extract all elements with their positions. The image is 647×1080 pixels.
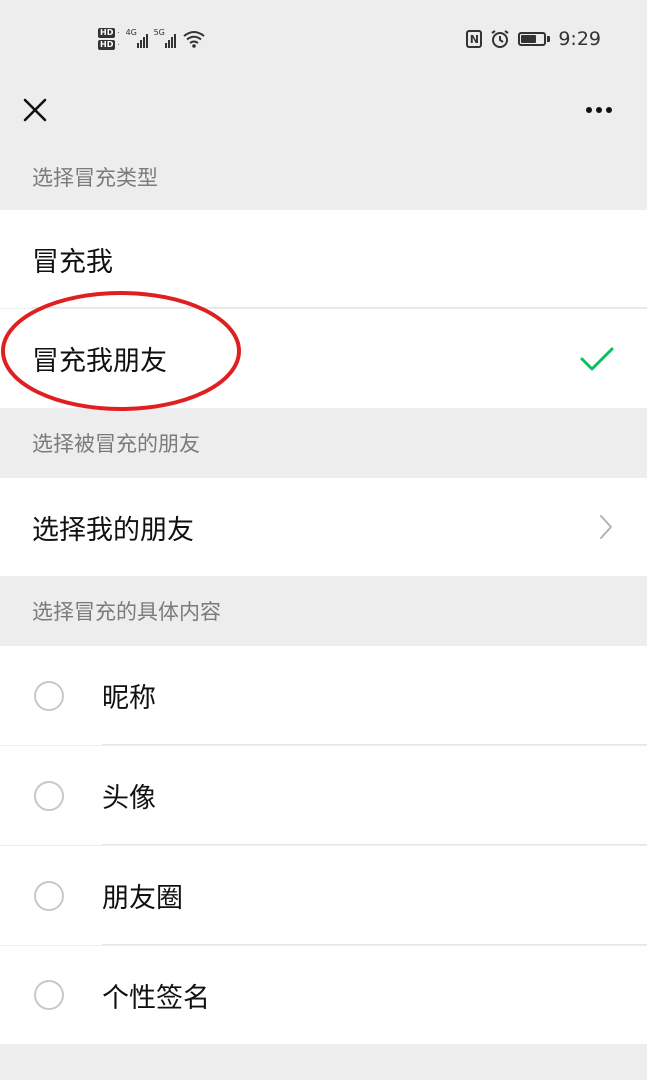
divider	[102, 844, 647, 845]
hd-badge-2: HD ·	[98, 40, 120, 50]
check-icon	[580, 347, 614, 370]
radio-circle[interactable]	[34, 980, 64, 1010]
signal-5g-icon: 5G	[154, 28, 176, 48]
signal-indicators: HD · HD · 4G 5G	[98, 22, 206, 56]
divider	[102, 744, 647, 745]
nav-bar	[0, 80, 647, 144]
type-option-label: 冒充我	[32, 246, 113, 278]
type-option-impersonate-me[interactable]: 冒充我	[0, 210, 647, 308]
nfc-icon: N	[466, 30, 483, 48]
divider	[32, 307, 647, 308]
close-icon	[23, 98, 47, 122]
content-option-label: 头像	[102, 783, 156, 814]
divider	[102, 944, 647, 945]
section-header-content: 选择冒充的具体内容	[32, 600, 221, 624]
system-indicators: N 9:29	[466, 24, 601, 54]
section-header-type: 选择冒充类型	[32, 166, 158, 190]
status-bar: HD · HD · 4G 5G N 9:29	[0, 0, 647, 80]
hd-badges: HD · HD ·	[98, 28, 120, 50]
content-option-label: 朋友圈	[102, 883, 183, 914]
battery-icon	[518, 32, 551, 46]
content-option-label: 昵称	[102, 683, 156, 714]
alarm-icon	[491, 30, 509, 48]
chevron-right-icon	[600, 515, 612, 539]
more-icon-dot	[606, 107, 612, 113]
radio-circle[interactable]	[34, 780, 64, 811]
select-friend-label: 选择我的朋友	[32, 514, 194, 546]
type-option-impersonate-friend[interactable]: 冒充我朋友	[0, 309, 647, 408]
signal-4g-icon: 4G	[126, 28, 148, 48]
more-icon-dot	[586, 107, 592, 113]
type-option-label: 冒充我朋友	[32, 346, 167, 377]
more-button[interactable]	[577, 90, 621, 130]
clock-time: 9:29	[558, 28, 601, 50]
close-button[interactable]	[18, 88, 52, 132]
content-option-label: 个性签名	[102, 982, 210, 1014]
content-option-avatar[interactable]: 头像	[0, 746, 647, 845]
content-option-nickname[interactable]: 昵称	[0, 646, 647, 745]
wifi-icon	[182, 31, 205, 48]
hd-badge-1: HD ·	[98, 28, 120, 38]
content-option-moments[interactable]: 朋友圈	[0, 846, 647, 945]
select-friend-row[interactable]: 选择我的朋友	[0, 478, 647, 576]
content-option-signature[interactable]: 个性签名	[0, 946, 647, 1044]
section-header-friend: 选择被冒充的朋友	[32, 432, 200, 456]
more-icon-dot	[596, 107, 602, 113]
radio-circle[interactable]	[34, 680, 64, 711]
radio-circle[interactable]	[34, 880, 64, 911]
